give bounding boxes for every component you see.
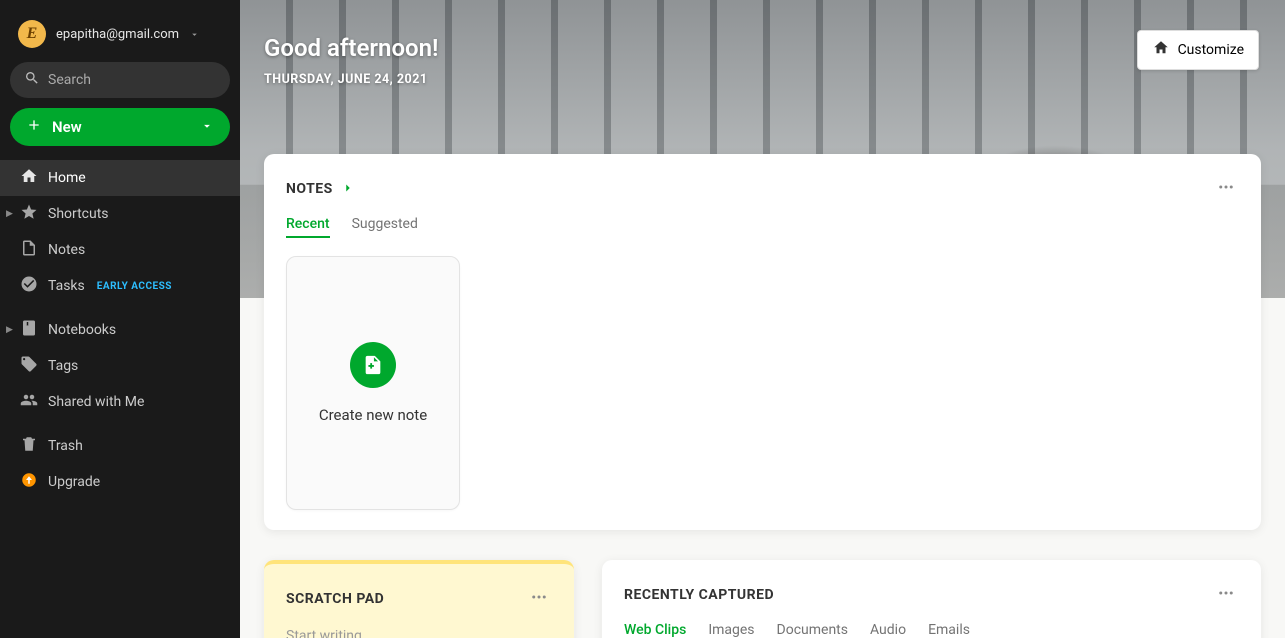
notes-title: NOTES — [286, 181, 333, 197]
tab-webclips[interactable]: Web Clips — [624, 622, 686, 638]
tab-images[interactable]: Images — [708, 622, 754, 638]
sidebar-item-home[interactable]: Home — [0, 160, 240, 196]
sidebar-item-upgrade[interactable]: Upgrade — [0, 464, 240, 500]
early-access-badge: EARLY ACCESS — [97, 281, 172, 292]
greeting-date: THURSDAY, JUNE 24, 2021 — [264, 72, 438, 87]
notes-title-link[interactable]: NOTES — [286, 180, 355, 199]
sidebar-item-trash[interactable]: Trash — [0, 428, 240, 464]
sidebar-item-tasks[interactable]: Tasks EARLY ACCESS — [0, 268, 240, 304]
sidebar-item-label: Home — [48, 170, 86, 186]
captured-tabs: Web Clips Images Documents Audio Emails — [624, 622, 1239, 638]
sidebar-item-label: Tags — [48, 358, 78, 374]
star-icon — [20, 203, 38, 225]
captured-more-button[interactable] — [1213, 580, 1239, 610]
notes-tabs: Recent Suggested — [286, 216, 1239, 238]
caret-right-icon: ▶ — [6, 209, 13, 219]
search-input[interactable] — [48, 72, 216, 88]
sidebar-item-label: Shortcuts — [48, 206, 109, 222]
tab-suggested[interactable]: Suggested — [352, 216, 418, 238]
chevron-down-icon — [189, 25, 200, 44]
sidebar-item-shared[interactable]: Shared with Me — [0, 384, 240, 420]
caret-right-icon: ▶ — [6, 325, 13, 335]
sidebar-item-label: Tasks — [48, 278, 85, 294]
scratch-title: SCRATCH PAD — [286, 591, 384, 607]
people-icon — [20, 391, 38, 413]
tab-emails[interactable]: Emails — [928, 622, 970, 638]
sidebar-item-label: Upgrade — [48, 474, 100, 490]
notebook-icon — [20, 319, 38, 341]
account-email: epapitha@gmail.com — [56, 27, 179, 42]
customize-button[interactable]: Customize — [1137, 30, 1259, 70]
new-button[interactable]: New — [10, 108, 230, 146]
sidebar: E epapitha@gmail.com New — [0, 0, 240, 638]
scratch-textarea[interactable] — [286, 628, 552, 638]
sidebar-nav: Home ▶ Shortcuts Notes Tasks EARLY ACCES… — [0, 160, 240, 508]
sidebar-item-label: Shared with Me — [48, 394, 144, 410]
tag-icon — [20, 355, 38, 377]
new-note-icon — [350, 342, 396, 388]
tab-audio[interactable]: Audio — [870, 622, 906, 638]
sidebar-item-label: Notes — [48, 242, 85, 258]
more-icon — [530, 591, 548, 610]
more-icon — [1217, 181, 1235, 200]
search-icon — [24, 70, 40, 90]
chevron-right-icon — [341, 180, 355, 199]
account-menu[interactable]: E epapitha@gmail.com — [0, 10, 240, 62]
tab-recent[interactable]: Recent — [286, 216, 330, 238]
sidebar-item-notes[interactable]: Notes — [0, 232, 240, 268]
home-icon — [20, 167, 38, 189]
search-input-wrap[interactable] — [10, 62, 230, 98]
greeting: Good afternoon! THURSDAY, JUNE 24, 2021 — [264, 34, 438, 87]
home-gear-icon — [1152, 39, 1170, 61]
sidebar-item-label: Notebooks — [48, 322, 116, 338]
sidebar-item-notebooks[interactable]: ▶ Notebooks — [0, 312, 240, 348]
captured-title: RECENTLY CAPTURED — [624, 587, 774, 603]
scratch-pad-widget: SCRATCH PAD — [264, 560, 574, 638]
sidebar-item-tags[interactable]: Tags — [0, 348, 240, 384]
main: Good afternoon! THURSDAY, JUNE 24, 2021 … — [240, 0, 1285, 638]
sidebar-item-label: Trash — [48, 438, 83, 454]
chevron-down-icon — [200, 118, 214, 137]
notes-widget: NOTES Recent Suggested — [264, 154, 1261, 530]
scratch-more-button[interactable] — [526, 584, 552, 614]
upgrade-icon — [20, 471, 38, 493]
check-circle-icon — [20, 275, 38, 297]
notes-more-button[interactable] — [1213, 174, 1239, 204]
recently-captured-widget: RECENTLY CAPTURED Web Clips Images Docum… — [602, 560, 1261, 638]
customize-label: Customize — [1178, 42, 1244, 58]
new-button-label: New — [52, 118, 82, 136]
greeting-text: Good afternoon! — [264, 34, 438, 62]
trash-icon — [20, 435, 38, 457]
create-note-label: Create new note — [319, 406, 427, 424]
tab-documents[interactable]: Documents — [777, 622, 848, 638]
plus-icon — [26, 117, 42, 137]
note-icon — [20, 239, 38, 261]
avatar: E — [18, 20, 46, 48]
create-note-tile[interactable]: Create new note — [286, 256, 460, 510]
more-icon — [1217, 587, 1235, 606]
sidebar-item-shortcuts[interactable]: ▶ Shortcuts — [0, 196, 240, 232]
